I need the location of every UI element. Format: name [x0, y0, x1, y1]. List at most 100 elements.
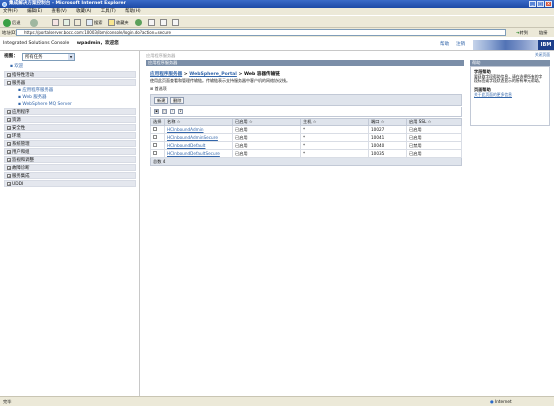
home-icon — [74, 19, 81, 26]
nav-service-integration[interactable]: +服务集成 — [4, 172, 136, 179]
nav-security[interactable]: +安全性 — [4, 124, 136, 131]
window-title: 集成解决方案控制台 - Microsoft Internet Explorer — [9, 1, 126, 6]
col-enabled[interactable]: 已启用 ☆ — [232, 118, 301, 126]
menu-bar: 文件(F) 编辑(E) 查看(V) 收藏(A) 工具(T) 帮助(H) — [0, 8, 554, 15]
close-page-link[interactable]: 关闭页面 — [535, 52, 550, 58]
col-port[interactable]: 端口 ☆ — [368, 118, 407, 126]
col-host[interactable]: 主机 ☆ — [300, 118, 369, 126]
nav-servers[interactable]: −服务器 — [4, 79, 136, 86]
chain-name-link[interactable]: HCInboundAdmin — [167, 127, 204, 132]
banner-decoration — [473, 40, 538, 50]
close-button[interactable]: × — [545, 1, 552, 7]
menu-view[interactable]: 查看(V) — [52, 9, 67, 14]
edit-page-button[interactable] — [172, 18, 179, 27]
history-icon — [135, 19, 142, 26]
home-button[interactable] — [74, 18, 81, 27]
help-panel: 关闭页面 帮助 字段帮助 要获取字段帮助信息，请在选择所有的字段标签或字段状态显… — [468, 51, 552, 396]
nav-monitoring[interactable]: +监视和调整 — [4, 156, 136, 163]
expand-icon: + — [7, 72, 11, 77]
view-select[interactable]: 所有任务 ▼ — [22, 53, 75, 61]
select-all-icon[interactable]: ▣ — [154, 109, 159, 114]
maximize-button[interactable]: □ — [537, 1, 544, 7]
table-row: HCInboundAdminSecure 已启用 * 10041 已启用 — [150, 133, 462, 142]
expand-icon: + — [7, 149, 11, 154]
new-button[interactable]: 新建 — [154, 97, 169, 104]
welcome-user: wpadmin，欢迎您 — [76, 41, 119, 46]
nav-mq-server[interactable]: ▪ WebSphere MQ Server — [4, 101, 136, 108]
breadcrumb-portal[interactable]: WebSphere_Portal — [189, 72, 237, 77]
favorites-button[interactable]: 收藏夹 — [108, 18, 129, 27]
view-label: 视图： — [4, 54, 18, 59]
status-text: 完毕 — [3, 399, 12, 404]
ibm-logo: IBM — [538, 40, 554, 50]
refresh-button[interactable] — [63, 18, 70, 27]
expand-icon: + — [7, 141, 11, 146]
stop-icon — [52, 19, 59, 26]
nav-environment[interactable]: +环境 — [4, 132, 136, 139]
links-button[interactable]: 链接 — [539, 28, 547, 37]
nav-system-admin[interactable]: +系统管理 — [4, 140, 136, 147]
welcome-link[interactable]: ▪ 欢迎 — [10, 63, 23, 69]
action-bar: 新建 删除 — [150, 94, 462, 106]
nav-uddi[interactable]: +UDDI — [4, 180, 136, 187]
menu-tools[interactable]: 工具(T) — [101, 9, 116, 14]
mail-button[interactable] — [148, 18, 155, 27]
forward-button[interactable] — [30, 18, 39, 27]
expand-icon: + — [7, 165, 11, 170]
col-name[interactable]: 名称 ☆ — [164, 118, 233, 126]
breadcrumb-app-servers[interactable]: 应用程序服务器 — [150, 72, 182, 77]
nav-troubleshooting[interactable]: +故障诊断 — [4, 164, 136, 171]
nav-web-servers[interactable]: ▪ Web 服务器 — [4, 94, 136, 101]
back-arrow-icon — [3, 18, 11, 27]
row-checkbox[interactable] — [153, 135, 157, 139]
chain-ssl: 已禁用 — [406, 141, 462, 150]
menu-help[interactable]: 帮助(H) — [125, 9, 141, 14]
expand-icon: + — [7, 173, 11, 178]
row-checkbox[interactable] — [153, 151, 157, 155]
search-icon — [86, 19, 93, 26]
collapse-icon: − — [7, 80, 11, 85]
back-button[interactable]: 后退 — [3, 18, 20, 27]
address-input[interactable]: https://portalserver.bocc.com:10003/ibm/… — [16, 29, 506, 36]
nav-application-servers[interactable]: ▪ 应用程序服务器 — [4, 87, 136, 94]
menu-edit[interactable]: 编辑(E) — [27, 9, 42, 14]
menu-file[interactable]: 文件(F) — [3, 9, 18, 14]
deselect-all-icon[interactable]: □ — [162, 109, 167, 114]
chain-port: 10035 — [368, 149, 407, 158]
nav-users-groups[interactable]: +用户和组 — [4, 148, 136, 155]
row-checkbox[interactable] — [153, 143, 157, 147]
nav-guided-activities[interactable]: +指导性活动 — [4, 71, 136, 78]
main-content: 应用程序服务器 应用程序服务器 应用程序服务器 > WebSphere_Port… — [142, 51, 468, 396]
breadcrumb-current: Web 容器传输链 — [243, 72, 280, 77]
status-bar: 完毕 ● Internet — [0, 396, 554, 406]
nav-tree: +指导性活动 −服务器 ▪ 应用程序服务器 ▪ Web 服务器 ▪ WebSph… — [4, 71, 136, 188]
go-button[interactable]: ➜转到 — [516, 29, 528, 36]
page-help-link[interactable]: 关于此页面的更多信息 — [474, 92, 512, 97]
minimize-button[interactable]: _ — [529, 1, 536, 7]
col-ssl[interactable]: 启用 SSL ☆ — [406, 118, 462, 126]
chain-ssl: 已启用 — [406, 149, 462, 158]
history-button[interactable] — [135, 18, 143, 27]
console-title: Integrated Solutions Console — [3, 41, 70, 46]
row-checkbox[interactable] — [153, 127, 157, 131]
expand-icon: + — [7, 133, 11, 138]
stop-button[interactable] — [52, 18, 59, 27]
field-help-text: 要获取字段帮助信息，请在选择所有的字段标签或字段状态显示的所有单元帮助。 — [474, 73, 543, 84]
delete-button[interactable]: 删除 — [170, 97, 185, 104]
chain-name-link[interactable]: HCInboundAdminSecure — [167, 135, 218, 140]
nav-resources[interactable]: +资源 — [4, 116, 136, 123]
chain-name-link[interactable]: HCInboundDefaultSecure — [167, 151, 220, 156]
nav-applications[interactable]: +应用程序 — [4, 108, 136, 115]
clear-filter-icon[interactable]: ⊽ — [178, 109, 183, 114]
menu-favorites[interactable]: 收藏(A) — [76, 9, 91, 14]
expand-icon: + — [7, 109, 11, 114]
expand-icon: + — [7, 181, 11, 186]
preferences-toggle[interactable]: ⊞ 首选项 — [150, 86, 167, 92]
help-link[interactable]: 帮助 — [440, 41, 449, 47]
chain-name-link[interactable]: HCInboundDefault — [167, 143, 205, 148]
help-content: 字段帮助 要获取字段帮助信息，请在选择所有的字段标签或字段状态显示的所有单元帮助… — [470, 66, 550, 126]
print-button[interactable] — [160, 18, 167, 27]
search-button[interactable]: 搜索 — [86, 18, 102, 27]
filter-icon[interactable]: ⊤ — [170, 109, 175, 114]
logout-link[interactable]: 注销 — [456, 41, 465, 47]
